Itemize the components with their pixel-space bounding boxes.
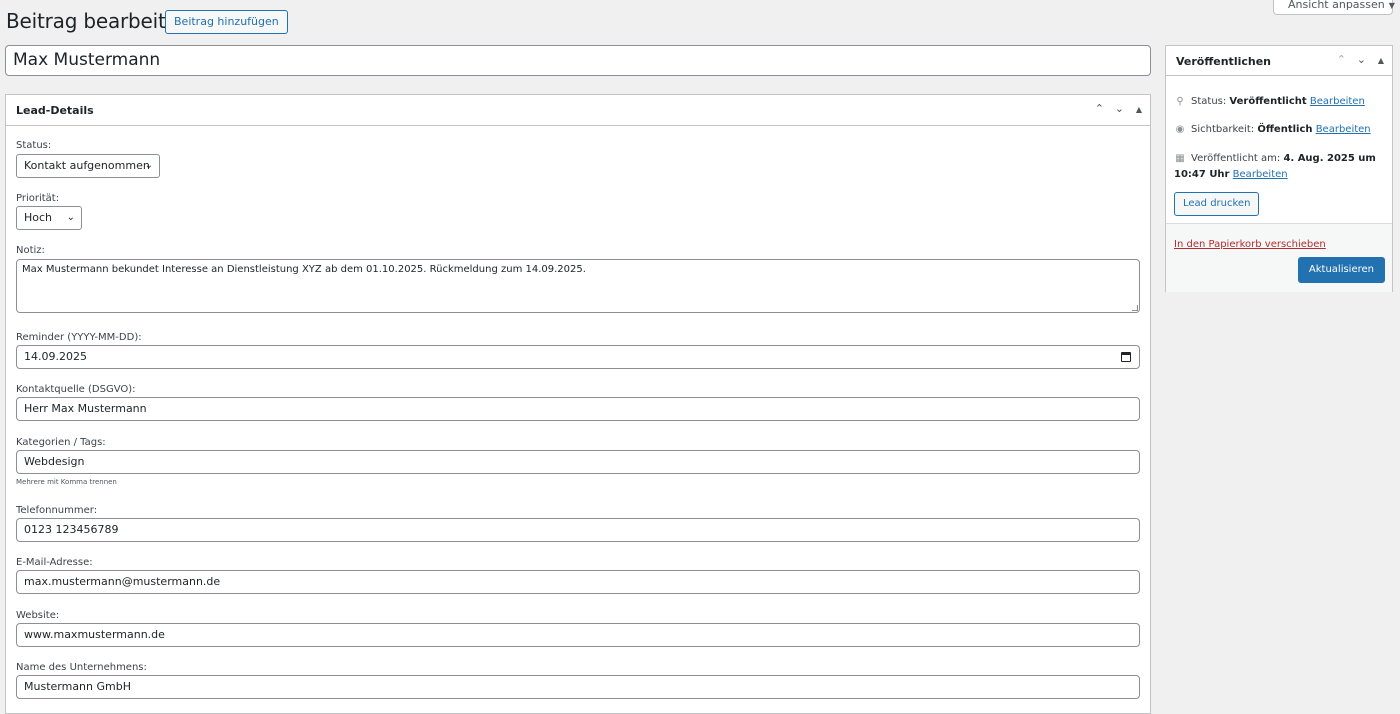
website-input[interactable]: www.maxmustermann.de: [16, 623, 1140, 647]
add-new-post-button[interactable]: Beitrag hinzufügen: [165, 10, 288, 34]
post-title-input[interactable]: Max Mustermann: [5, 45, 1151, 76]
reminder-value: 14.09.2025: [24, 350, 87, 363]
tags-label: Kategorien / Tags:: [16, 437, 106, 448]
publish-visibility-row: ◉ Sichtbarkeit: Öffentlich Bearbeiten: [1174, 124, 1371, 135]
calendar-icon: ▦: [1175, 153, 1185, 164]
priority-label: Priorität:: [16, 193, 60, 204]
publish-actions: In den Papierkorb verschieben Aktualisie…: [1166, 223, 1392, 292]
phone-input[interactable]: 0123 123456789: [16, 518, 1140, 542]
status-label: Status:: [16, 140, 52, 151]
edit-visibility-link[interactable]: Bearbeiten: [1316, 124, 1371, 135]
priority-select[interactable]: Hoch ⌄: [16, 206, 82, 230]
status-select-value: Kontakt aufgenommen: [24, 159, 150, 172]
move-to-trash-link[interactable]: In den Papierkorb verschieben: [1174, 239, 1326, 250]
update-button[interactable]: Aktualisieren: [1297, 257, 1385, 283]
visibility-label: Sichtbarkeit:: [1191, 124, 1255, 135]
company-label: Name des Unternehmens:: [16, 662, 147, 673]
note-label: Notiz:: [16, 245, 45, 256]
published-date: 4. Aug. 2025 um: [1283, 153, 1376, 164]
print-lead-button[interactable]: Lead drucken: [1174, 192, 1260, 216]
edit-date-link[interactable]: Bearbeiten: [1233, 169, 1288, 180]
lead-details-title: Lead-Details: [16, 104, 94, 117]
email-input[interactable]: max.mustermann@mustermann.de: [16, 570, 1140, 594]
toggle-arrow-icon[interactable]: ▲: [1378, 56, 1384, 65]
chevron-up-icon[interactable]: ⌃: [1337, 53, 1346, 66]
status-value: Veröffentlicht: [1229, 96, 1307, 107]
phone-label: Telefonnummer:: [16, 505, 98, 516]
chevron-down-icon: ⌄: [66, 212, 75, 223]
publish-date-row: ▦ Veröffentlicht am: 4. Aug. 2025 um 10:4…: [1174, 151, 1389, 183]
note-textarea[interactable]: Max Mustermann bekundet Interesse an Die…: [16, 259, 1140, 313]
source-label: Kontaktquelle (DSGVO):: [16, 384, 136, 395]
reminder-date-input[interactable]: 14.09.2025: [16, 345, 1140, 369]
lead-details-box: Lead-Details ⌃ ⌄ ▲ Status: Kontakt aufge…: [5, 94, 1151, 714]
company-input[interactable]: Mustermann GmbH: [16, 675, 1140, 699]
screen-options-label: Ansicht anpassen: [1288, 0, 1385, 11]
chevron-down-icon[interactable]: ⌄: [1357, 53, 1366, 66]
toggle-arrow-icon[interactable]: ▲: [1136, 105, 1142, 114]
pin-icon: ⚲: [1176, 96, 1184, 107]
publish-title: Veröffentlichen: [1176, 55, 1271, 68]
screen-options-button[interactable]: Ansicht anpassen ▼: [1273, 0, 1395, 15]
priority-select-value: Hoch: [24, 211, 53, 224]
page-title: Beitrag bearbeiten: [6, 9, 191, 33]
source-input[interactable]: Herr Max Mustermann: [16, 397, 1140, 421]
publish-status-row: ⚲ Status: Veröffentlicht Bearbeiten: [1174, 96, 1365, 107]
note-text: Max Mustermann bekundet Interesse an Die…: [22, 264, 586, 275]
published-time: 10:47 Uhr: [1174, 169, 1230, 180]
published-label: Veröffentlicht am:: [1191, 153, 1281, 164]
tags-input[interactable]: Webdesign: [16, 450, 1140, 474]
publish-box: Veröffentlichen ⌃ ⌄ ▲ ⚲ Status: Veröffent…: [1165, 45, 1393, 292]
email-label: E-Mail-Adresse:: [16, 557, 93, 568]
chevron-up-icon[interactable]: ⌃: [1095, 102, 1104, 115]
publish-header: Veröffentlichen ⌃ ⌄ ▲: [1166, 46, 1392, 76]
reminder-label: Reminder (YYYY-MM-DD):: [16, 332, 142, 343]
resize-handle-icon[interactable]: [1132, 305, 1138, 311]
chevron-down-icon[interactable]: ⌄: [1115, 102, 1124, 115]
status-select[interactable]: Kontakt aufgenommen ⌄: [16, 154, 160, 178]
status-label: Status:: [1191, 96, 1227, 107]
caret-down-icon: ▼: [1388, 1, 1395, 10]
visibility-value: Öffentlich: [1257, 124, 1313, 135]
website-label: Website:: [16, 610, 60, 621]
calendar-picker-icon[interactable]: [1121, 352, 1131, 362]
edit-status-link[interactable]: Bearbeiten: [1310, 96, 1365, 107]
lead-details-header: Lead-Details ⌃ ⌄ ▲: [6, 95, 1150, 126]
chevron-down-icon: ⌄: [144, 160, 153, 171]
tags-hint: Mehrere mit Komma trennen: [16, 478, 117, 486]
eye-icon: ◉: [1175, 124, 1185, 135]
